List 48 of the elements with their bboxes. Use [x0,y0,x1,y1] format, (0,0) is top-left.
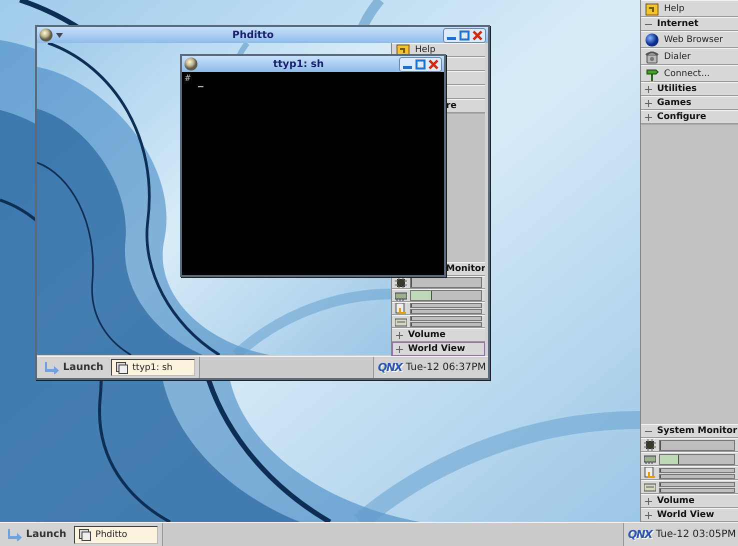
shelf-group-header[interactable]: Internet [641,17,738,31]
memory-stick-icon [644,453,656,465]
globe-icon [645,32,659,46]
arrow-icon [8,528,22,540]
orb-icon[interactable] [39,28,53,42]
maximize-icon[interactable] [459,30,470,40]
shelf-item[interactable]: Dialer [641,48,738,65]
window-title: Phditto [231,30,275,40]
title-bar[interactable]: ttyp1: sh [182,56,444,72]
memory-stick-icon [395,290,407,301]
drive-icon [395,316,407,327]
arrow-icon [45,362,59,374]
shelf-group-header[interactable]: World View [641,508,738,522]
chip-icon [644,439,656,451]
shelf-item[interactable]: Web Browser [641,31,738,48]
maximize-icon[interactable] [415,58,426,70]
shell-prompt: # [185,74,190,84]
shelf-group-header[interactable]: Volume [641,494,738,508]
shelf-group-header[interactable]: Configure [641,110,738,124]
shelf-group-header[interactable]: Utilities [641,82,738,96]
close-icon[interactable] [428,58,439,70]
launch-button[interactable]: Launch [41,360,108,376]
task-button[interactable]: Phditto [74,526,158,544]
clock: Tue-12 06:37PM [406,362,486,373]
help-book-icon [645,2,659,16]
logo: QNX [628,528,652,541]
shelf-item[interactable]: Connect... [641,65,738,82]
caret-icon[interactable] [56,32,63,38]
signpost-icon [645,66,659,80]
close-icon[interactable] [472,30,483,40]
telephone-icon [645,50,659,64]
text-cursor: _ [198,78,204,88]
orb-icon[interactable] [184,57,198,71]
title-bar[interactable]: Phditto [37,27,488,43]
window-icon [116,362,128,374]
logo: QNX [378,361,402,374]
clock: Tue-12 03:05PM [656,529,736,540]
window-icon [79,528,92,540]
shelf-item[interactable]: Help [641,0,738,17]
shelf-group-header[interactable]: Volume [392,328,485,342]
window-title: ttyp1: sh [272,58,325,70]
shelf-group-header[interactable]: re [445,99,485,113]
launch-button[interactable]: Launch [4,526,70,542]
drive-icon [644,481,656,493]
task-button[interactable]: ttyp1: sh [111,359,196,376]
shelf-group-header[interactable]: World View [392,342,485,356]
shelf-group-header[interactable]: System Monitor [641,424,738,438]
shelf-group-header[interactable]: Games [641,96,738,110]
